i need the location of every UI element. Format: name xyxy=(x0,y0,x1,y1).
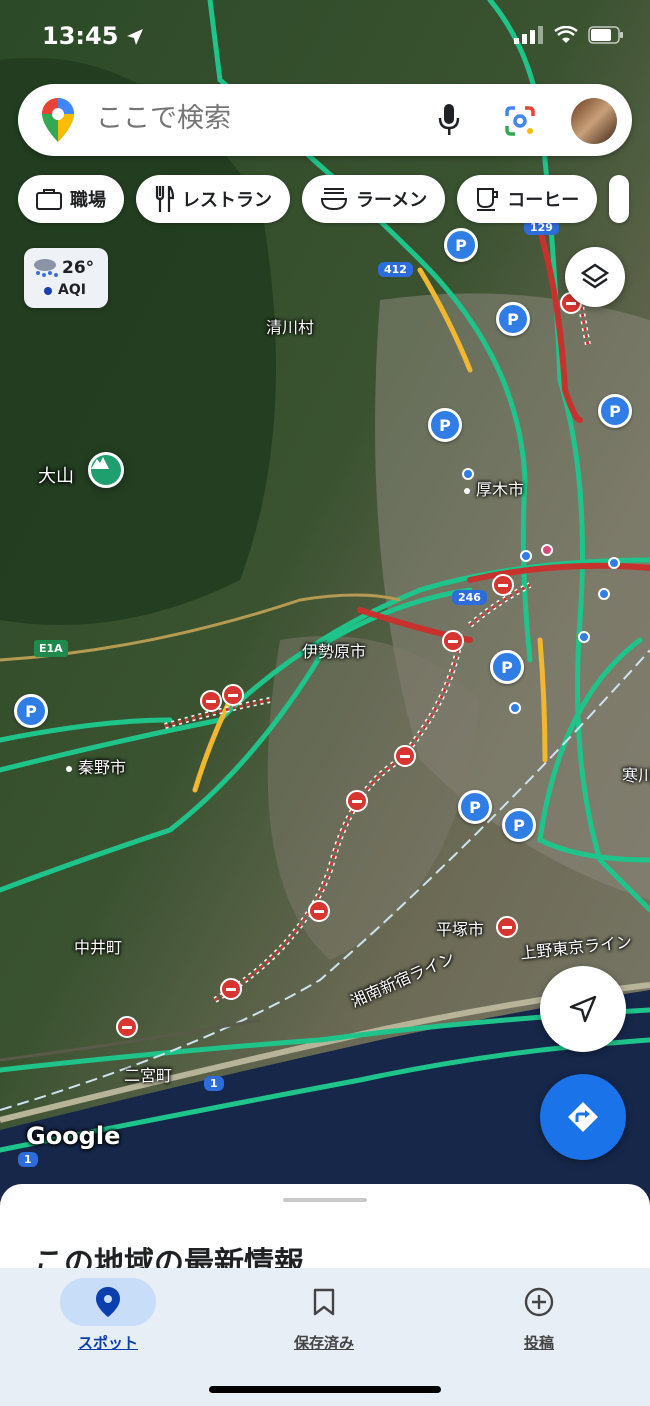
add-circle-icon xyxy=(524,1287,554,1317)
chip-work[interactable]: 職場 xyxy=(18,175,124,223)
nav-active-indicator xyxy=(60,1278,156,1326)
nav-label-saved: 保存済み xyxy=(293,1334,354,1352)
parking-pin-icon[interactable]: P xyxy=(490,650,524,684)
nav-icon-container xyxy=(491,1278,587,1326)
chip-more[interactable] xyxy=(609,175,630,223)
map-label-isehara[interactable]: 伊勢原市 xyxy=(302,638,366,662)
route-246-shield: 246 xyxy=(452,590,487,605)
road-closure-icon[interactable] xyxy=(308,900,330,922)
road-closure-icon[interactable] xyxy=(116,1016,138,1038)
ramen-bowl-icon xyxy=(320,188,348,211)
parking-pin-icon[interactable]: P xyxy=(598,394,632,428)
map-label-ninomiya[interactable]: 二宮町 xyxy=(124,1062,172,1086)
layers-icon xyxy=(580,263,610,289)
directions-button[interactable] xyxy=(540,1074,626,1160)
location-pin-icon xyxy=(96,1287,120,1317)
navigation-arrow-icon xyxy=(569,995,597,1023)
map-label-samukawa[interactable]: 寒川 xyxy=(622,762,650,786)
status-time: 13:45 xyxy=(42,22,119,50)
aqi-indicator-icon xyxy=(44,287,52,295)
location-arrow-icon xyxy=(127,29,143,45)
road-closure-icon[interactable] xyxy=(200,690,222,712)
bookmark-icon xyxy=(313,1288,335,1316)
chip-restaurant[interactable]: レストラン xyxy=(136,175,290,223)
chip-ramen[interactable]: ラーメン xyxy=(302,175,446,223)
mountain-icon[interactable] xyxy=(88,452,124,488)
map-label-atsugi[interactable]: 厚木市 xyxy=(464,476,524,500)
parking-pin-icon[interactable]: P xyxy=(444,228,478,262)
parking-pin-icon[interactable]: P xyxy=(496,302,530,336)
google-maps-logo-icon xyxy=(42,98,74,142)
home-indicator[interactable] xyxy=(209,1386,441,1393)
route-1-shield: 1 xyxy=(204,1076,224,1091)
road-closure-icon[interactable] xyxy=(492,574,514,596)
road-closure-icon[interactable] xyxy=(442,630,464,652)
nav-item-spot[interactable]: スポット xyxy=(38,1278,178,1353)
nav-label-spot: スポット xyxy=(77,1334,138,1352)
chip-coffee[interactable]: コーヒー xyxy=(457,175,598,223)
avatar[interactable] xyxy=(571,98,617,144)
rain-cloud-icon xyxy=(34,259,58,277)
battery-icon xyxy=(588,26,623,44)
parking-pin-icon[interactable]: P xyxy=(428,408,462,442)
road-closure-icon[interactable] xyxy=(220,978,242,1000)
road-closure-icon[interactable] xyxy=(394,745,416,767)
aqi-label: AQI xyxy=(58,282,86,298)
map-label-hiratsuka[interactable]: 平塚市 xyxy=(436,916,484,940)
nav-item-saved[interactable]: 保存済み xyxy=(254,1278,394,1353)
road-closure-icon[interactable] xyxy=(346,790,368,812)
chip-label: 職場 xyxy=(70,190,106,211)
nav-item-post[interactable]: 投稿 xyxy=(469,1278,609,1353)
parking-pin-icon[interactable]: P xyxy=(14,694,48,728)
google-logo: Google xyxy=(26,1122,121,1150)
search-bar[interactable] xyxy=(18,84,632,156)
map-label-nakai[interactable]: 中井町 xyxy=(74,934,122,958)
route-412-shield: 412 xyxy=(378,262,413,277)
weather-temperature: 26° xyxy=(62,258,95,278)
map-label-oyama[interactable]: 大山 xyxy=(38,462,74,488)
directions-icon xyxy=(568,1102,598,1132)
wifi-icon xyxy=(554,26,578,43)
status-bar: 13:45 xyxy=(0,0,650,72)
chip-label: コーヒー xyxy=(507,190,580,211)
category-chips: 職場 レストラン ラーメン コーヒー xyxy=(18,175,630,223)
layers-button[interactable] xyxy=(565,247,625,307)
coffee-cup-icon xyxy=(477,188,499,211)
cellular-signal-icon xyxy=(514,26,543,44)
microphone-icon[interactable] xyxy=(438,104,460,136)
nav-label-post: 投稿 xyxy=(523,1334,554,1352)
briefcase-icon xyxy=(36,189,62,210)
chip-label: レストラン xyxy=(182,190,272,211)
expressway-e1a-shield: E1A xyxy=(34,640,68,657)
parking-pin-icon[interactable]: P xyxy=(458,790,492,824)
search-input[interactable] xyxy=(94,102,408,135)
google-lens-icon[interactable] xyxy=(505,106,535,136)
road-closure-icon[interactable] xyxy=(222,684,244,706)
map-label-kiyokawa[interactable]: 清川村 xyxy=(266,314,314,338)
sheet-drag-handle[interactable] xyxy=(283,1198,367,1202)
nav-icon-container xyxy=(276,1278,372,1326)
parking-pin-icon[interactable]: P xyxy=(502,808,536,842)
map-label-hadano[interactable]: 秦野市 xyxy=(66,754,126,778)
route-1-shield-coast: 1 xyxy=(18,1152,38,1167)
chip-label: ラーメン xyxy=(356,190,428,211)
road-closure-icon[interactable] xyxy=(496,916,518,938)
weather-widget[interactable]: 26° AQI xyxy=(24,248,108,308)
my-location-button[interactable] xyxy=(540,966,626,1052)
fork-knife-icon xyxy=(155,186,174,212)
